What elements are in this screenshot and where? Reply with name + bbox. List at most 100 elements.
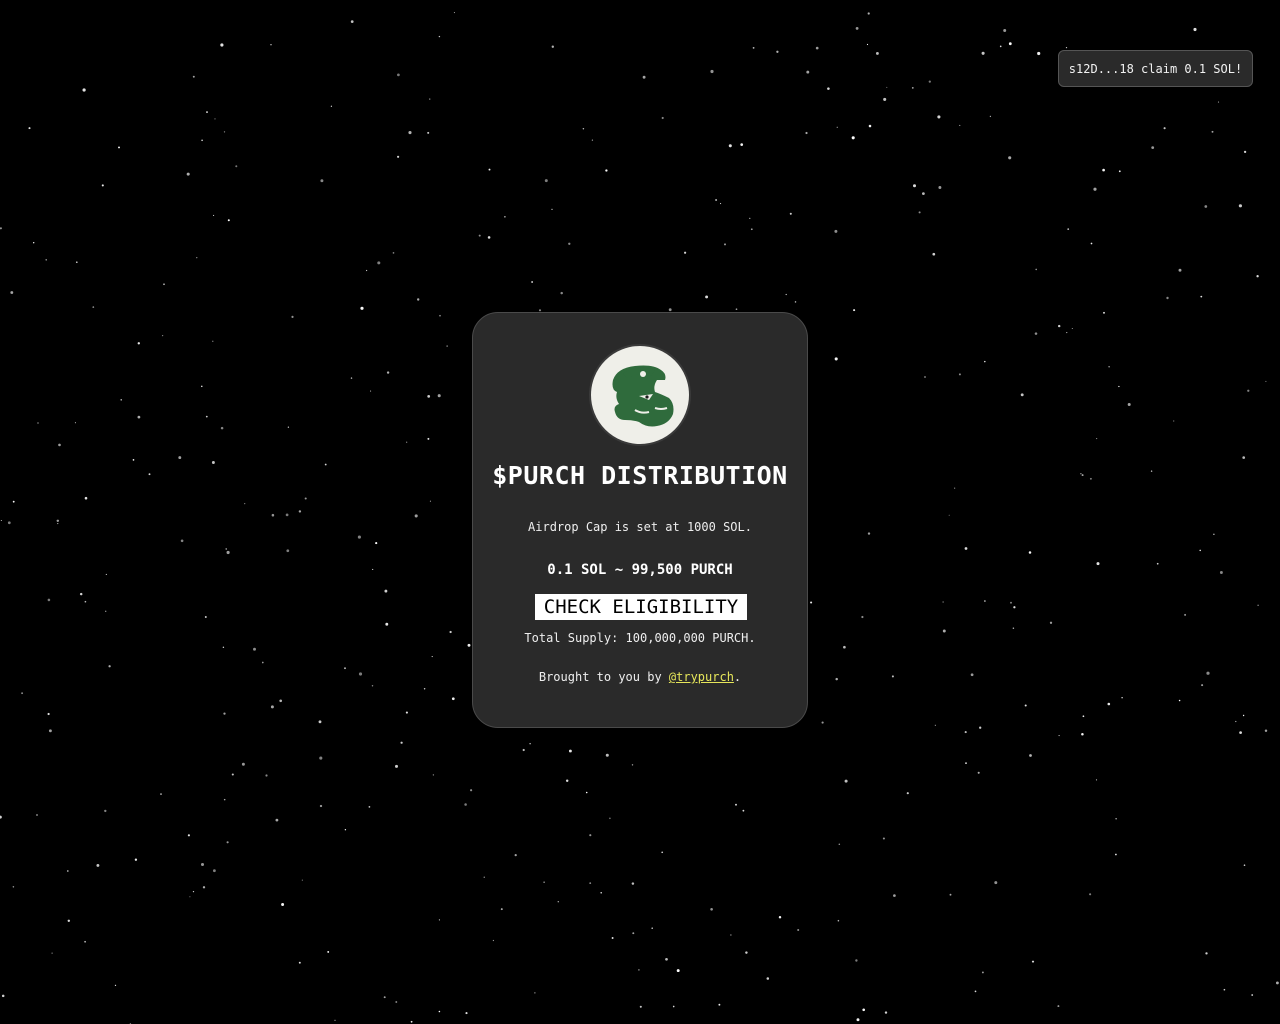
star — [1008, 42, 1012, 46]
star — [241, 762, 245, 766]
star — [724, 243, 726, 246]
star — [1204, 205, 1208, 208]
star — [942, 629, 946, 633]
star — [105, 573, 107, 575]
star — [298, 510, 302, 513]
star — [105, 610, 107, 612]
star — [0, 227, 2, 230]
star — [213, 869, 216, 873]
star — [534, 992, 536, 994]
airdrop-cap-text: Airdrop Cap is set at 1000 SOL. — [528, 520, 752, 534]
star — [1256, 275, 1259, 278]
star — [821, 721, 824, 724]
star — [395, 1001, 398, 1003]
star — [964, 547, 968, 550]
star — [1090, 242, 1093, 245]
star — [375, 542, 378, 545]
star — [1, 994, 5, 998]
star — [937, 115, 941, 119]
star — [834, 357, 838, 361]
star — [132, 459, 135, 461]
star — [96, 863, 100, 867]
star — [984, 600, 986, 602]
star — [661, 851, 664, 854]
star — [1057, 1005, 1060, 1008]
star — [12, 500, 15, 503]
star — [7, 521, 11, 525]
star — [605, 169, 608, 172]
star — [344, 829, 347, 831]
star — [438, 919, 440, 921]
exchange-rate-text: 0.1 SOL ~ 99,500 PURCH — [547, 562, 733, 578]
star — [932, 252, 936, 256]
star — [1103, 311, 1105, 314]
page-title: $PURCH DISTRIBUTION — [492, 461, 788, 490]
star — [710, 69, 714, 74]
star — [1034, 332, 1038, 335]
star — [805, 131, 808, 135]
star — [750, 228, 753, 231]
star — [999, 45, 1002, 48]
star — [794, 301, 797, 303]
star — [1020, 393, 1024, 397]
star — [810, 601, 813, 604]
star — [1173, 420, 1175, 422]
star — [568, 749, 572, 753]
star — [261, 661, 264, 664]
star — [1118, 170, 1121, 173]
star — [235, 165, 238, 168]
star — [661, 116, 664, 120]
star — [913, 184, 916, 188]
star — [585, 791, 588, 794]
star — [1264, 729, 1268, 733]
star — [360, 306, 364, 310]
star — [57, 523, 59, 525]
star — [582, 128, 585, 130]
star — [225, 548, 227, 550]
check-eligibility-button[interactable]: CHECK ELIGIBILITY — [535, 594, 747, 620]
star — [948, 514, 950, 516]
star — [465, 1012, 468, 1015]
star — [1013, 606, 1016, 609]
star — [386, 371, 390, 374]
star — [981, 51, 985, 55]
star — [1082, 715, 1085, 718]
star — [279, 699, 283, 703]
star — [330, 105, 333, 107]
star — [10, 291, 14, 294]
star — [84, 496, 88, 500]
star — [735, 803, 737, 806]
star — [611, 937, 614, 939]
star — [1080, 473, 1082, 475]
star — [861, 615, 864, 619]
star — [893, 894, 896, 897]
star — [742, 809, 745, 812]
star — [231, 773, 234, 776]
star — [776, 50, 779, 53]
star — [298, 961, 301, 964]
star — [568, 242, 571, 245]
star — [423, 688, 426, 690]
star — [33, 242, 35, 244]
star — [1095, 779, 1098, 781]
star — [1024, 704, 1027, 707]
star — [400, 741, 403, 744]
star — [705, 295, 709, 299]
star — [220, 43, 224, 47]
star — [934, 724, 936, 726]
trypurch-link[interactable]: @trypurch — [669, 670, 734, 684]
star — [815, 46, 819, 50]
star — [377, 261, 381, 265]
star — [684, 251, 687, 254]
credit-line: Brought to you by @trypurch. — [473, 670, 807, 684]
star — [504, 216, 506, 218]
star — [851, 136, 855, 140]
star — [1239, 731, 1242, 734]
star — [994, 881, 998, 885]
star — [891, 675, 894, 678]
star — [417, 298, 420, 301]
star — [855, 26, 859, 30]
star — [1121, 697, 1123, 699]
star — [1200, 295, 1203, 298]
star — [551, 208, 553, 210]
